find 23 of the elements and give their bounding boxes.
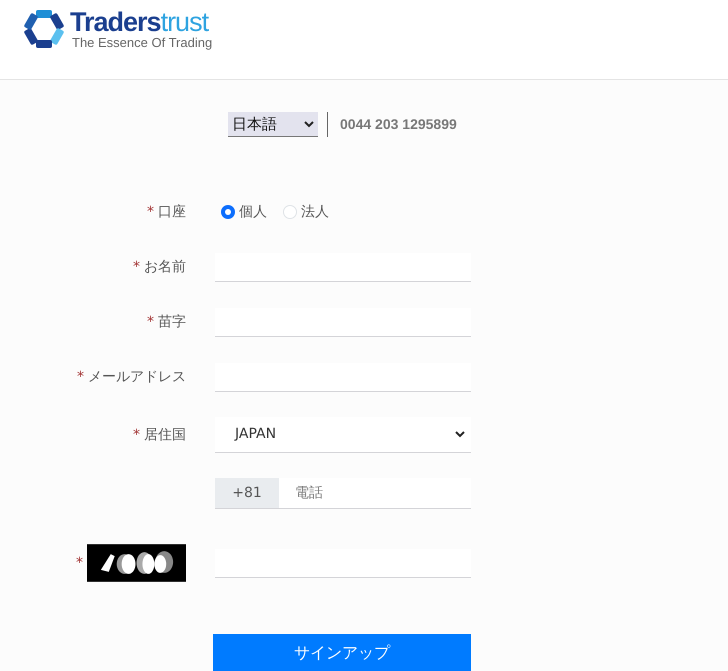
- chevron-down-icon: [304, 120, 314, 128]
- language-select[interactable]: 日本語: [228, 112, 318, 137]
- phone-number: 0044 203 1295899: [340, 115, 457, 134]
- radio-label: 法人: [301, 202, 329, 222]
- field-label: 居住国: [144, 426, 186, 442]
- radio-button[interactable]: [221, 205, 235, 219]
- signup-button[interactable]: サインアップ: [213, 634, 471, 671]
- logo-name: Traderstrust: [70, 8, 210, 36]
- field-label: お名前: [144, 258, 186, 274]
- required-mark: *: [133, 258, 140, 274]
- field-label: 口座: [158, 204, 186, 220]
- required-mark: *: [133, 426, 140, 442]
- field-label: 苗字: [158, 314, 186, 330]
- logo-icon: [22, 9, 66, 49]
- required-mark: *: [147, 204, 154, 220]
- country-code: +81: [215, 478, 279, 508]
- required-mark: *: [147, 314, 154, 330]
- required-mark: *: [77, 368, 84, 384]
- field-label: メールアドレス: [88, 368, 186, 384]
- required-mark: *: [76, 554, 83, 572]
- chevron-down-icon: [455, 431, 465, 438]
- radio-label: 個人: [239, 202, 267, 222]
- logo-tagline: The Essence Of Trading: [72, 36, 212, 50]
